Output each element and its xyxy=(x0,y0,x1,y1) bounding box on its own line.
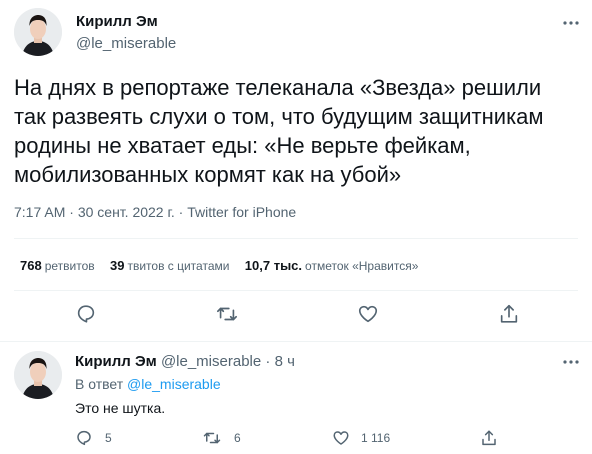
likes-label: отметок «Нравится» xyxy=(305,259,419,273)
avatar[interactable] xyxy=(14,8,62,56)
tweet-date[interactable]: 30 сент. 2022 г. xyxy=(78,204,175,220)
more-dots-icon[interactable] xyxy=(561,352,581,372)
quotes-count: 39 xyxy=(109,258,125,273)
reply-header: Кирилл Эм @le_miserable · 8 ч xyxy=(75,353,295,370)
tweet-source[interactable]: Twitter for iPhone xyxy=(187,204,296,220)
retweet-arrows-icon xyxy=(203,432,221,444)
tweet-time[interactable]: 7:17 AM xyxy=(14,204,65,220)
divider xyxy=(14,290,578,291)
reply-tweet[interactable]: Кирилл Эм @le_miserable · 8 ч В ответ @l… xyxy=(0,343,592,454)
like-action[interactable]: 1 116 xyxy=(332,429,412,447)
reply-action[interactable]: 5 xyxy=(75,429,135,447)
tweet-text-line: так развеять слухи о том, что будущим за… xyxy=(14,104,544,129)
speech-bubble-icon xyxy=(77,430,91,446)
heart-outline-icon xyxy=(333,431,349,445)
reply-count: 5 xyxy=(105,431,112,445)
reply-text: Это не шутка. xyxy=(75,400,166,416)
share-action[interactable] xyxy=(480,429,500,447)
likes-stat[interactable]: 10,7 тыс. отметок «Нравится» xyxy=(245,258,419,273)
tweet-text-line: мобилизованных кормят как на убой» xyxy=(14,162,402,187)
retweets-count: 768 xyxy=(20,258,42,273)
avatar[interactable] xyxy=(14,351,62,399)
share-upload-icon[interactable] xyxy=(498,303,520,325)
main-tweet: Кирилл Эм @le_miserable На днях в репорт… xyxy=(0,0,592,342)
heart-outline-icon[interactable] xyxy=(357,303,379,325)
meta-separator: · xyxy=(261,353,275,370)
retweets-stat[interactable]: 768 ретвитов xyxy=(20,258,95,273)
replying-to: В ответ @le_miserable xyxy=(75,376,221,392)
more-dots-icon[interactable] xyxy=(561,13,581,33)
reply-mention-link[interactable]: @le_miserable xyxy=(127,376,221,392)
author-handle[interactable]: @le_miserable xyxy=(161,353,261,370)
divider xyxy=(14,238,578,239)
retweet-arrows-icon[interactable] xyxy=(216,303,238,325)
tweet-actions xyxy=(0,300,592,328)
reply-prefix: В ответ xyxy=(75,376,128,392)
quotes-stat[interactable]: 39 твитов с цитатами xyxy=(110,258,229,273)
reply-time[interactable]: 8 ч xyxy=(275,353,295,370)
tweet-text-line: На днях в репортаже телеканала «Звезда» … xyxy=(14,75,542,100)
meta-separator: · xyxy=(174,204,188,220)
retweet-action[interactable]: 6 xyxy=(203,429,263,447)
author-handle[interactable]: @le_miserable xyxy=(76,35,176,52)
meta-separator: · xyxy=(65,204,78,220)
likes-count: 10,7 тыс. xyxy=(244,258,303,273)
author-name[interactable]: Кирилл Эм xyxy=(76,13,158,30)
tweet-meta: 7:17 AM · 30 сент. 2022 г. · Twitter for… xyxy=(14,204,296,220)
divider xyxy=(0,341,592,342)
like-count: 1 116 xyxy=(361,431,391,445)
retweet-count: 6 xyxy=(234,431,241,445)
speech-bubble-icon[interactable] xyxy=(75,303,97,325)
share-upload-icon xyxy=(482,430,496,446)
retweets-label: ретвитов xyxy=(44,259,95,273)
quotes-label: твитов с цитатами xyxy=(127,259,230,273)
tweet-text: На днях в репортаже телеканала «Звезда» … xyxy=(14,73,582,189)
tweet-stats: 768 ретвитов 39 твитов с цитатами 10,7 тыс… xyxy=(20,258,430,273)
author-name[interactable]: Кирилл Эм xyxy=(75,353,157,370)
tweet-text-line: родины не хватает еды: «Не верьте фейкам… xyxy=(14,133,471,158)
